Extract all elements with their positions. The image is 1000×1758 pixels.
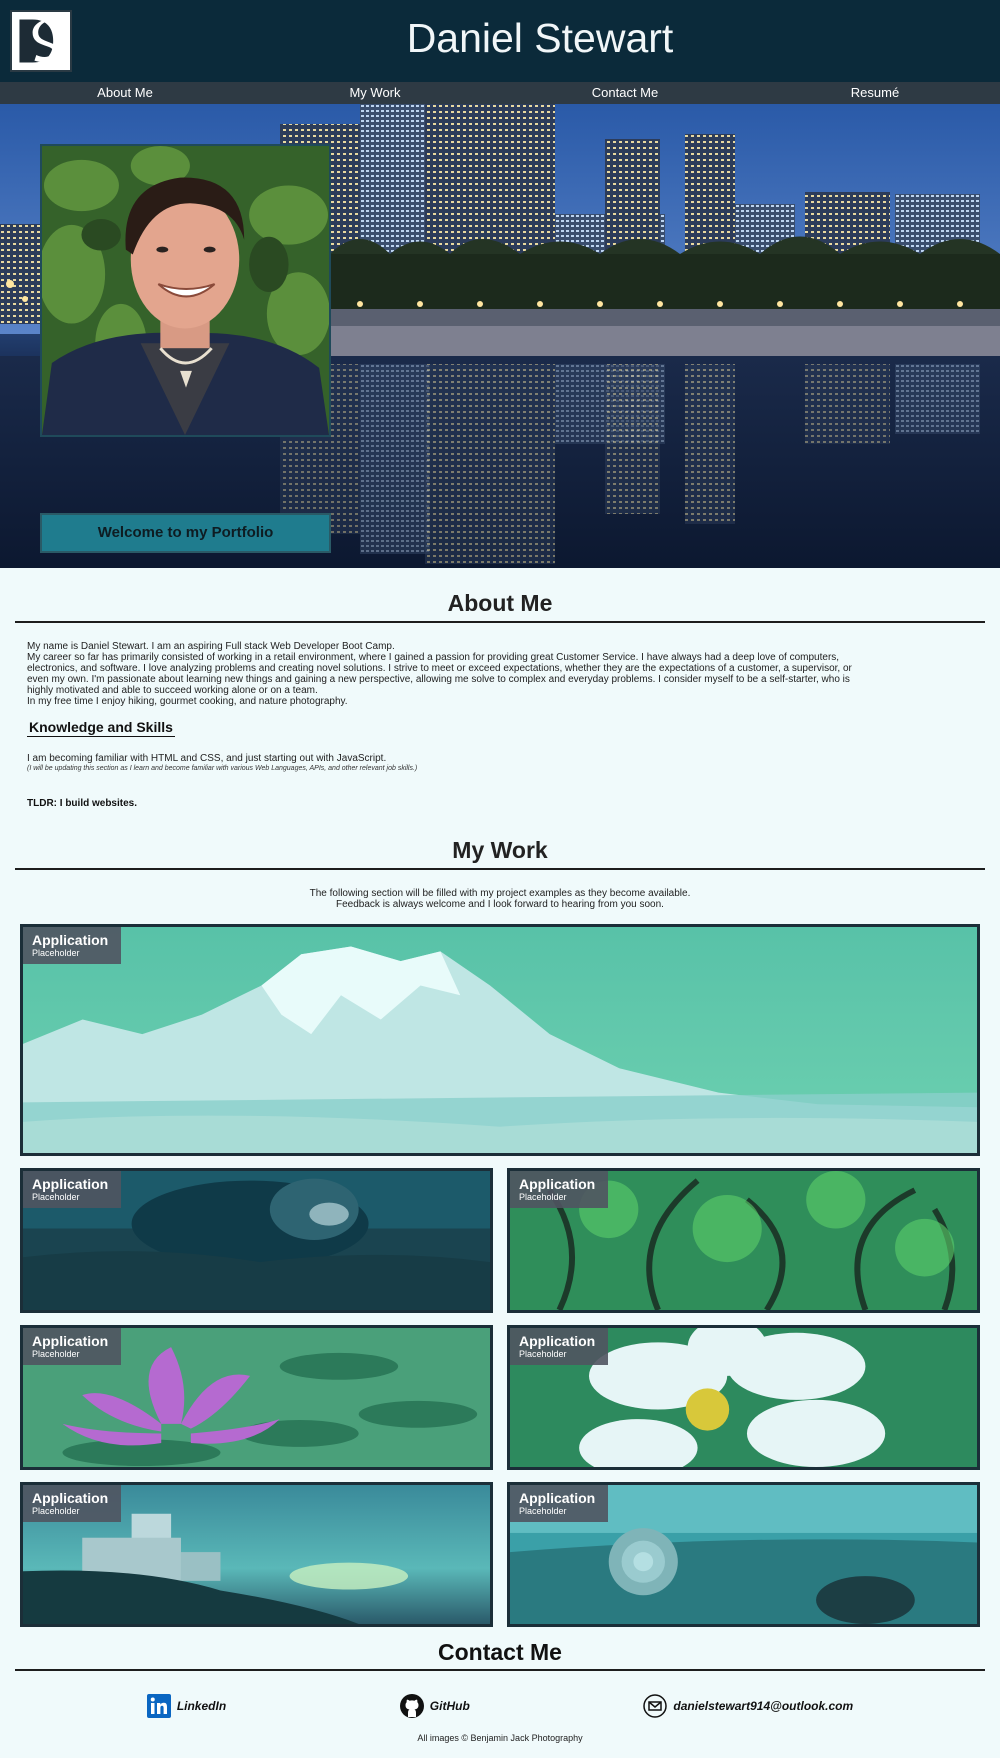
- project-card-lotus[interactable]: Application Placeholder: [20, 1325, 493, 1470]
- gallery-row-2: Application Placeholder Application Plac…: [20, 1325, 980, 1470]
- project-card-red-panda[interactable]: Application Placeholder: [20, 1168, 493, 1313]
- linkedin-label: LinkedIn: [176, 1699, 227, 1713]
- card-subtitle: Placeholder: [519, 1349, 567, 1359]
- profile-photo: [40, 144, 331, 437]
- card-label: Application Placeholder: [510, 1485, 608, 1522]
- card-title: Application: [32, 932, 109, 948]
- contact-title: Contact Me: [438, 1639, 562, 1665]
- card-subtitle: Placeholder: [32, 1192, 80, 1202]
- github-link[interactable]: GitHub: [399, 1689, 470, 1723]
- email-label: danielstewart914@outlook.com: [673, 1699, 854, 1713]
- card-title: Application: [32, 1490, 109, 1506]
- card-label: Application Placeholder: [23, 1328, 121, 1365]
- nav-work[interactable]: My Work: [250, 82, 500, 104]
- about-text: My name is Daniel Stewart. I am an aspir…: [0, 623, 1000, 707]
- card-subtitle: Placeholder: [32, 1506, 80, 1516]
- welcome-banner: Welcome to my Portfolio: [40, 513, 331, 553]
- gallery-row-3: Application Placeholder Application Plac…: [20, 1482, 980, 1627]
- about-line-2: My career so far has primarily consisted…: [27, 652, 852, 696]
- nav-about[interactable]: About Me: [0, 82, 250, 104]
- work-intro-line-2: Feedback is always welcome and I look fo…: [336, 899, 664, 910]
- card-subtitle: Placeholder: [32, 948, 80, 958]
- site-title: Daniel Stewart: [406, 15, 674, 61]
- project-card-lighthouse[interactable]: Application Placeholder: [20, 1482, 493, 1627]
- work-intro-line-1: The following section will be filled wit…: [309, 888, 691, 899]
- project-card-shell[interactable]: Application Placeholder: [507, 1482, 980, 1627]
- card-label: Application Placeholder: [510, 1171, 608, 1208]
- linkedin-icon: [146, 1694, 171, 1718]
- main-nav: About Me My Work Contact Me Resumé: [0, 82, 1000, 104]
- about-line-1: My name is Daniel Stewart. I am an aspir…: [27, 641, 395, 652]
- project-card-tree[interactable]: Application Placeholder: [507, 1168, 980, 1313]
- project-card-mountain[interactable]: Application Placeholder: [20, 924, 980, 1156]
- email-icon: [643, 1694, 668, 1718]
- card-title: Application: [32, 1333, 109, 1349]
- card-title: Application: [32, 1176, 109, 1192]
- about-title: About Me: [447, 590, 553, 616]
- project-gallery: Application Placeholder Application Plac…: [0, 910, 1000, 1627]
- nav-contact[interactable]: Contact Me: [500, 82, 750, 104]
- github-label: GitHub: [429, 1699, 470, 1713]
- card-title: Application: [519, 1333, 596, 1349]
- gallery-row-1: Application Placeholder Application Plac…: [20, 1168, 980, 1313]
- card-subtitle: Placeholder: [519, 1192, 567, 1202]
- project-card-flower[interactable]: Application Placeholder: [507, 1325, 980, 1470]
- hero-banner: Welcome to my Portfolio: [0, 104, 1000, 568]
- work-title: My Work: [452, 837, 548, 863]
- footer-credit: All images © Benjamin Jack Photography: [417, 1733, 583, 1743]
- card-subtitle: Placeholder: [32, 1349, 80, 1359]
- nav-resume[interactable]: Resumé: [750, 82, 1000, 104]
- card-label: Application Placeholder: [23, 1485, 121, 1522]
- skills-text: I am becoming familiar with HTML and CSS…: [27, 753, 387, 764]
- linkedin-link[interactable]: LinkedIn: [146, 1689, 227, 1723]
- skills-title: Knowledge and Skills: [27, 719, 175, 737]
- contact-links: LinkedIn GitHub danielstewart914@outlook…: [0, 1671, 1000, 1723]
- card-subtitle: Placeholder: [519, 1506, 567, 1516]
- card-label: Application Placeholder: [23, 1171, 121, 1208]
- card-label: Application Placeholder: [23, 927, 121, 964]
- about-line-3: In my free time I enjoy hiking, gourmet …: [27, 696, 348, 707]
- card-title: Application: [519, 1490, 596, 1506]
- skills-text-block: I am becoming familiar with HTML and CSS…: [0, 737, 1000, 773]
- work-intro: The following section will be filled wit…: [0, 870, 1000, 910]
- card-label: Application Placeholder: [510, 1328, 608, 1365]
- site-header: Daniel Stewart: [0, 0, 1000, 82]
- card-title: Application: [519, 1176, 596, 1192]
- email-link[interactable]: danielstewart914@outlook.com: [643, 1689, 853, 1723]
- skills-note: (I will be updating this section as I le…: [27, 765, 418, 772]
- github-icon: [399, 1694, 424, 1718]
- tldr-text: TLDR: I build websites.: [27, 798, 138, 809]
- mountain-image: [23, 927, 977, 1153]
